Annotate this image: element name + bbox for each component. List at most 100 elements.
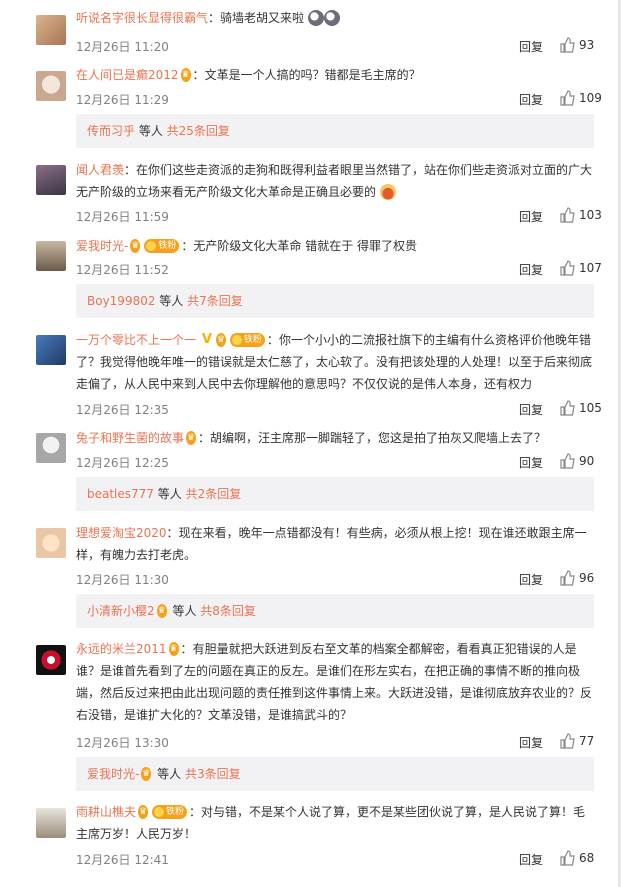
thumb-up-icon xyxy=(560,37,575,53)
like-button[interactable]: 93 xyxy=(559,37,594,53)
comment-content: 在你们这些走资派的走狗和既得利益者眼里当然错了，站在你们些走资派对立面的广大无产… xyxy=(76,163,593,199)
fan-badge: 铁粉 xyxy=(152,804,188,819)
fan-badge: 铁粉 xyxy=(144,238,180,253)
reply-button[interactable]: 回复 xyxy=(519,401,543,418)
thumb-up-icon xyxy=(560,90,575,106)
sub-reply-user[interactable]: 爱我时光- xyxy=(87,767,139,781)
comment-time: 12月26日 12:41 xyxy=(76,853,169,867)
like-button[interactable]: 109 xyxy=(559,90,602,106)
separator: ： xyxy=(124,163,137,177)
sub-reply-total[interactable]: 共7条回复 xyxy=(187,294,243,308)
sub-reply-total[interactable]: 共8条回复 xyxy=(200,604,256,618)
thumb-up-icon xyxy=(560,570,575,586)
reply-button[interactable]: 回复 xyxy=(519,208,543,225)
separator: ： xyxy=(180,642,193,656)
like-button[interactable]: 103 xyxy=(559,207,602,223)
reply-button[interactable]: 回复 xyxy=(519,571,543,588)
sub-reply-mid: 等人 xyxy=(153,487,186,501)
avatar[interactable] xyxy=(36,241,66,271)
avatar[interactable] xyxy=(36,433,66,463)
comment-text: 听说名字很长显得很霸气：骑墙老胡又来啦 xyxy=(76,7,596,29)
reply-button[interactable]: 回复 xyxy=(519,734,543,751)
comment-time: 12月26日 12:25 xyxy=(76,456,169,470)
sub-reply-summary[interactable]: 小清新小樱2 ♛ 等人 共8条回复 xyxy=(76,594,594,628)
like-count: 68 xyxy=(579,851,595,865)
comment-username[interactable]: 永远的米兰2011 xyxy=(76,642,167,656)
comment-username[interactable]: 听说名字很长显得很霸气 xyxy=(76,11,208,25)
comment-content: 胡编啊，汪主席那一脚踹轻了，您这是拍了拍灰又爬墙上去了？ xyxy=(210,431,547,445)
sub-reply-user[interactable]: Boy199802 xyxy=(87,294,155,308)
comment-text: 雨耕山樵夫 ♛ 铁粉 ：对与错，不是某个人说了算，更不是某些团伙说了算，是人民说了算！… xyxy=(76,801,596,845)
reply-button[interactable]: 回复 xyxy=(519,454,543,471)
fan-icon: ♛ xyxy=(215,332,226,347)
sub-reply-total[interactable]: 共2条回复 xyxy=(186,487,242,501)
separator: ： xyxy=(189,805,202,819)
comment-username[interactable]: 一万个零比不上一个一 xyxy=(76,333,196,347)
reply-button[interactable]: 回复 xyxy=(519,38,543,55)
like-button[interactable]: 105 xyxy=(559,400,602,416)
avatar[interactable] xyxy=(36,15,66,45)
comment-time: 12月26日 11:20 xyxy=(76,40,169,54)
like-count: 90 xyxy=(579,454,595,468)
reply-button[interactable]: 回复 xyxy=(519,851,543,868)
comment-text: 爱我时光- ♛ 铁粉 ：无产阶级文化大革命 错就在于 得罪了权贵 xyxy=(76,235,596,257)
comment-username[interactable]: 理想爱淘宝2020 xyxy=(76,526,167,540)
comment-username[interactable]: 爱我时光- xyxy=(76,239,128,253)
like-button[interactable]: 68 xyxy=(559,850,594,866)
like-count: 103 xyxy=(579,208,602,222)
like-button[interactable]: 107 xyxy=(559,260,602,276)
fan-icon: ♛ xyxy=(138,804,149,819)
face-icon xyxy=(307,9,324,26)
like-count: 107 xyxy=(579,261,602,275)
reply-button[interactable]: 回复 xyxy=(519,261,543,278)
sub-reply-summary[interactable]: 爱我时光- ♛ 等人 共3条回复 xyxy=(76,757,594,791)
like-count: 105 xyxy=(579,401,602,415)
comment-username[interactable]: 雨耕山樵夫 xyxy=(76,805,136,819)
comment-username[interactable]: 兔子和野生菌的故事 xyxy=(76,431,184,445)
thumb-up-icon xyxy=(560,400,575,416)
comment-time: 12月26日 11:30 xyxy=(76,573,169,587)
comment-time: 12月26日 13:30 xyxy=(76,736,169,750)
avatar[interactable] xyxy=(36,71,66,101)
sub-reply-total[interactable]: 共25条回复 xyxy=(167,124,230,138)
comment-content: 文革是一个人搞的吗？错都是毛主席的？ xyxy=(204,68,421,82)
like-count: 96 xyxy=(579,571,595,585)
verified-icon: V xyxy=(201,331,212,347)
sub-reply-user[interactable]: 小清新小樱2 xyxy=(87,604,155,618)
sub-reply-summary[interactable]: 传而习乎 等人 共25条回复 xyxy=(76,114,594,148)
reply-button[interactable]: 回复 xyxy=(519,91,543,108)
sub-reply-mid: 等人 xyxy=(168,604,201,618)
comment-username[interactable]: 在人间已是癫2012 xyxy=(76,68,179,82)
avatar[interactable] xyxy=(36,335,66,365)
sub-reply-total[interactable]: 共3条回复 xyxy=(185,767,241,781)
sub-reply-user[interactable]: beatles777 xyxy=(87,487,154,501)
fan-icon: ♛ xyxy=(141,766,152,781)
sub-reply-summary[interactable]: Boy199802 等人 共7条回复 xyxy=(76,284,594,318)
cake-icon xyxy=(379,183,396,200)
comment-text: 在人间已是癫2012 ♛ ：文革是一个人搞的吗？错都是毛主席的？ xyxy=(76,64,596,86)
fan-icon: ♛ xyxy=(156,603,167,618)
sub-reply-summary[interactable]: beatles777 等人 共2条回复 xyxy=(76,477,594,511)
thumb-up-icon xyxy=(560,207,575,223)
separator: ： xyxy=(181,239,194,253)
comment-text: 永远的米兰2011 ♛ ：有胆量就把大跃进到反右至文革的档案全都解密，看看真正犯错误… xyxy=(76,638,596,726)
like-button[interactable]: 90 xyxy=(559,453,594,469)
like-button[interactable]: 77 xyxy=(559,733,594,749)
sub-reply-mid: 等人 xyxy=(153,767,185,781)
fan-icon: ♛ xyxy=(186,430,197,445)
avatar[interactable] xyxy=(36,528,66,558)
sub-reply-mid: 等人 xyxy=(135,124,167,138)
like-button[interactable]: 96 xyxy=(559,570,594,586)
sub-reply-user[interactable]: 传而习乎 xyxy=(87,124,135,138)
separator: ： xyxy=(198,431,211,445)
avatar[interactable] xyxy=(36,165,66,195)
avatar[interactable] xyxy=(36,645,66,675)
comment-username[interactable]: 闻人君羡 xyxy=(76,163,124,177)
thumb-up-icon xyxy=(560,453,575,469)
comment-text: 闻人君羡：在你们这些走资派的走狗和既得利益者眼里当然错了，站在你们些走资派对立面… xyxy=(76,159,596,203)
separator: ： xyxy=(192,68,205,82)
avatar[interactable] xyxy=(36,808,66,838)
comment-time: 12月26日 11:52 xyxy=(76,263,169,277)
comment-content: 骑墙老胡又来啦 xyxy=(220,11,305,25)
comment-text: 一万个零比不上一个一 V ♛ 铁粉 ：你一个小小的二流报社旗下的主编有什么资格评价他晚… xyxy=(76,329,596,395)
